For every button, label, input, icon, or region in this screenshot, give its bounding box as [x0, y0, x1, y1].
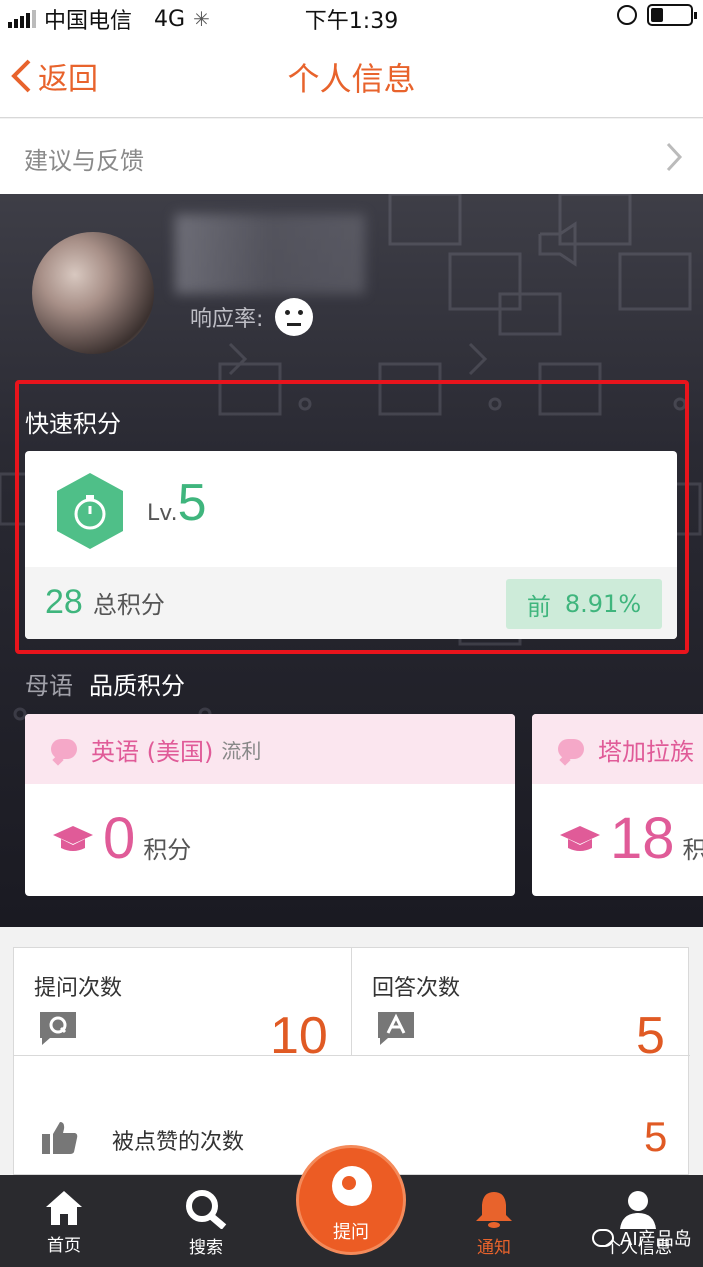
response-rate: 响应率:: [190, 298, 314, 336]
language-points: 0 积分: [51, 810, 191, 868]
rank-prefix: 前: [526, 592, 551, 621]
user-icon: [620, 1191, 656, 1229]
language-card[interactable]: 塔加拉族 18 积: [532, 714, 703, 896]
rank-value: 8.91%: [564, 590, 642, 618]
wechat-icon: [592, 1229, 614, 1247]
likes-count-label: 被点赞的次数: [112, 1130, 245, 1155]
tab-notify[interactable]: 通知: [444, 1189, 544, 1258]
status-bar: 中国电信 4G ✳ 下午1:39: [0, 0, 703, 34]
home-icon: [46, 1191, 82, 1225]
tab-search[interactable]: 搜索: [156, 1189, 256, 1258]
speech-bubble-icon: [51, 739, 77, 759]
page-title: 个人信息: [287, 60, 416, 98]
language-card-header: 塔加拉族: [532, 714, 703, 784]
question-icon: [40, 1012, 76, 1045]
battery-icon: [647, 4, 697, 26]
answer-count-label: 回答次数: [372, 976, 461, 1001]
language-points-unit: 积分: [143, 836, 192, 864]
language-card-header: 英语 (美国) 流利: [25, 714, 515, 784]
stopwatch-badge-icon: [57, 473, 123, 549]
feedback-row[interactable]: 建议与反馈: [0, 119, 703, 194]
quick-points-card[interactable]: Lv. 5 28 总积分 前 8.91%: [25, 451, 677, 639]
ask-count-value: 10: [270, 1007, 328, 1065]
level-prefix: Lv.: [147, 501, 178, 526]
total-points-label: 总积分: [92, 591, 165, 619]
quick-points-footer: 28 总积分 前 8.91%: [25, 567, 677, 639]
quality-tabs: 母语 品质积分: [25, 666, 185, 701]
watermark-text: AI产品岛: [620, 1229, 692, 1250]
rotation-lock-icon: [617, 5, 637, 25]
ask-count-label: 提问次数: [34, 976, 123, 1001]
response-label: 响应率:: [190, 307, 264, 332]
watermark: AI产品岛: [592, 1225, 692, 1251]
total-points-value: 28: [45, 583, 83, 621]
language-card[interactable]: 英语 (美国) 流利 0 积分: [25, 714, 515, 896]
language-points-unit: 积: [682, 836, 703, 864]
language-name: 英语 (美国): [91, 737, 214, 766]
profile-panel: 响应率: 快速积分 Lv. 5 28 总积分 前 8.91% 母语 品质积分 英…: [0, 194, 703, 927]
level-number: 5: [177, 474, 207, 532]
answer-icon: [378, 1012, 414, 1045]
avatar[interactable]: [32, 232, 154, 354]
username-blurred: [175, 214, 365, 294]
graduation-cap-icon: [53, 826, 93, 851]
thumbs-up-icon: [42, 1122, 78, 1154]
clock: 下午1:39: [304, 9, 399, 34]
tab-search-label: 搜索: [189, 1238, 223, 1258]
tab-quality-points[interactable]: 品质积分: [89, 666, 185, 701]
language-fluency: 流利: [221, 738, 262, 763]
graduation-cap-icon: [560, 826, 600, 851]
speech-bubble-icon: [558, 739, 584, 759]
rank-badge: 前 8.91%: [506, 579, 662, 629]
tab-home-label: 首页: [47, 1236, 81, 1256]
total-points: 28 总积分: [45, 583, 165, 622]
language-points-value: 0: [103, 806, 136, 871]
ask-q-icon: [332, 1166, 372, 1206]
tab-home[interactable]: 首页: [14, 1189, 114, 1256]
stats-panel: 提问次数 10 回答次数 5 被点赞的次数 5: [13, 947, 690, 1175]
level: Lv. 5: [147, 473, 206, 533]
nav-bar: 返回 个人信息: [0, 34, 703, 118]
ask-label: 提问: [333, 1222, 369, 1243]
language-points: 18 积: [558, 810, 703, 868]
tab-notify-label: 通知: [477, 1238, 511, 1258]
divider: [351, 948, 352, 1055]
chevron-right-icon: [666, 142, 683, 172]
divider: [14, 1055, 690, 1056]
bell-icon: [476, 1192, 512, 1228]
neutral-face-icon: [275, 298, 314, 336]
search-icon: [186, 1190, 227, 1229]
language-name: 塔加拉族: [598, 737, 694, 766]
likes-count-value: 5: [644, 1113, 668, 1160]
answer-count-value: 5: [636, 1007, 665, 1065]
ask-button[interactable]: 提问: [296, 1145, 406, 1255]
language-points-value: 18: [610, 806, 675, 871]
quick-points-heading: 快速积分: [25, 410, 121, 438]
feedback-label: 建议与反馈: [24, 147, 144, 175]
tab-native[interactable]: 母语: [25, 666, 73, 701]
